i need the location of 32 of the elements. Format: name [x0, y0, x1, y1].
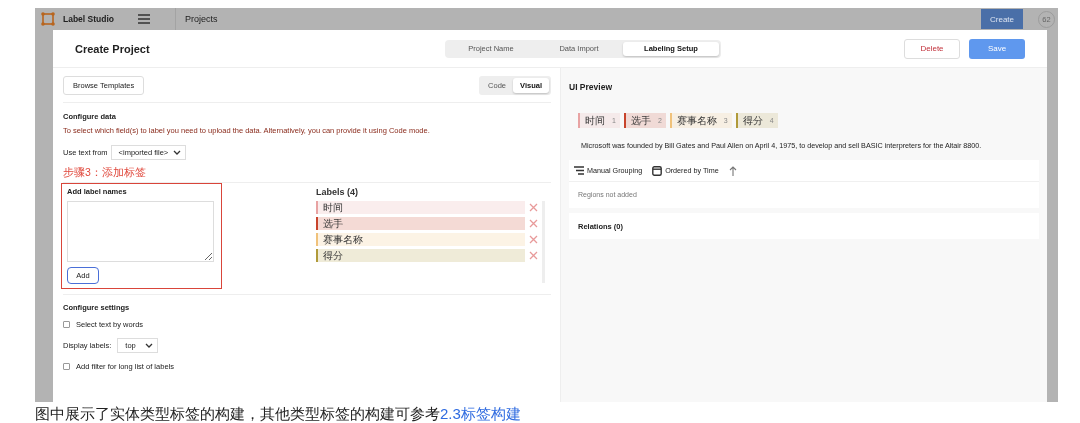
remove-button[interactable]	[529, 251, 538, 260]
create-button[interactable]: Create	[981, 9, 1023, 29]
checkbox[interactable]	[63, 363, 70, 370]
label-item[interactable]: 选手	[316, 217, 525, 230]
list-icon	[574, 166, 584, 175]
preview-title: UI Preview	[569, 82, 613, 92]
labels-heading: Labels (4)	[316, 187, 359, 197]
label-names-field[interactable]	[67, 201, 214, 262]
menu-icon	[138, 14, 150, 24]
modal-title: Create Project	[75, 42, 151, 55]
chevron-down-icon	[145, 343, 154, 348]
label-item[interactable]: 得分	[316, 249, 525, 262]
caption-link[interactable]: 2.3标签构建	[440, 405, 521, 422]
remove-button[interactable]	[529, 219, 538, 228]
app-name: Label Studio	[63, 14, 114, 24]
delete-button[interactable]: Delete	[904, 38, 960, 59]
arrow-up-icon	[728, 165, 737, 176]
sort-button[interactable]	[728, 165, 737, 176]
close-icon	[529, 219, 538, 228]
close-icon	[529, 203, 538, 212]
calendar-icon	[652, 165, 663, 176]
annotation-text: 步骤3：添加标签	[63, 166, 551, 183]
chevron-down-icon	[173, 150, 182, 155]
remove-button[interactable]	[529, 235, 538, 244]
remove-button[interactable]	[529, 203, 538, 212]
label-item[interactable]: 赛事名称	[316, 233, 525, 246]
logo-icon	[41, 12, 55, 26]
checkbox[interactable]	[63, 321, 70, 328]
close-icon	[529, 235, 538, 244]
close-icon	[529, 251, 538, 260]
caption-text: 图中展示了实体类型标签的构建，其他类型标签的构建可参考2.3标签构建	[35, 405, 522, 423]
label-item[interactable]: 时间	[316, 201, 525, 214]
